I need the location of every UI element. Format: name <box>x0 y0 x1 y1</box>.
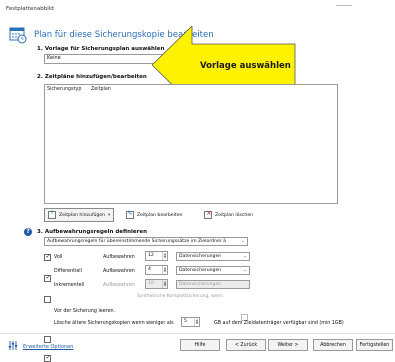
stepper-arrows-icon[interactable]: ▲ ▼ <box>162 252 167 260</box>
chevron-down-icon: ▾ <box>108 212 111 218</box>
purge-before-checkbox[interactable] <box>44 336 51 343</box>
stepper-arrows-icon[interactable]: ▲ ▼ <box>162 280 167 288</box>
cancel-button[interactable]: Abbrechen <box>313 339 353 351</box>
chevron-down-icon: ⌄ <box>243 268 247 273</box>
add-schedule-icon <box>48 209 56 219</box>
window-title: Festplattenabbild <box>6 6 54 12</box>
section1-heading: 1. Vorlage für Sicherungsplan auswählen <box>37 46 165 52</box>
incremental-count-value: 10 <box>148 281 154 286</box>
column-header-backup-type[interactable]: Sicherungstyp <box>47 87 81 92</box>
purge-old-gb-stepper[interactable]: 5 ▲ ▼ <box>181 317 200 327</box>
edit-schedule-icon <box>126 210 134 219</box>
finish-button[interactable]: Fertigstellen <box>356 339 393 351</box>
delete-schedule-label: Zeitplan löschen <box>215 212 254 218</box>
section3-heading: 3. Aufbewahrungsregeln definieren <box>37 229 147 235</box>
delete-schedule-icon <box>204 209 212 219</box>
footer-divider <box>0 333 395 334</box>
add-schedule-button[interactable]: Zeitplan hinzufügen ▾ <box>44 208 115 222</box>
full-unit-select[interactable]: Datensicherungen ⌄ <box>176 252 250 261</box>
full-label: Voll <box>54 255 63 260</box>
purge-old-suffix: GB auf dem Zieldatenträger verfügbar sin… <box>214 321 344 326</box>
advanced-options-link[interactable]: Erweiterte Optionen <box>23 344 73 350</box>
incremental-keep-label: Aufbewahren <box>103 283 135 288</box>
retention-rule-value: Aufbewahrungsregeln für übereinstimmende… <box>47 239 226 244</box>
section2-heading: 2. Zeitpläne hinzufügen/bearbeiten <box>37 74 147 80</box>
purge-old-checkbox[interactable] <box>44 354 51 362</box>
full-count-stepper[interactable]: 12 ▲ ▼ <box>145 251 168 261</box>
stepper-arrows-icon[interactable]: ▲ ▼ <box>162 266 167 274</box>
differential-count-stepper[interactable]: 4 ▲ ▼ <box>145 265 168 275</box>
sliders-icon[interactable] <box>8 341 18 350</box>
purge-before-label: Vor der Sicherung leeren. <box>54 309 116 314</box>
purge-old-gb-value: 5 <box>184 319 187 324</box>
full-keep-label: Aufbewahren <box>103 255 135 260</box>
schedule-list[interactable]: Sicherungstyp Zeitplan <box>44 84 338 204</box>
incremental-count-stepper[interactable]: 10 ▲ ▼ <box>145 279 168 289</box>
incremental-checkbox[interactable] <box>44 296 51 303</box>
help-button[interactable]: Hilfe <box>180 339 220 351</box>
chevron-down-icon: ⌄ <box>243 254 247 259</box>
differential-unit-select[interactable]: Datensicherungen ⌄ <box>176 266 250 275</box>
edit-schedule-button[interactable]: Zeitplan bearbeiten <box>126 210 183 219</box>
next-button[interactable]: Weiter > <box>268 339 308 351</box>
differential-checkbox[interactable] <box>44 274 51 282</box>
chevron-down-icon: ⌄ <box>241 239 245 244</box>
add-schedule-label: Zeitplan hinzufügen <box>59 212 106 218</box>
stepper-arrows-icon[interactable]: ▲ ▼ <box>194 318 199 326</box>
differential-keep-label: Aufbewahren <box>103 269 135 274</box>
full-unit-value: Datensicherungen <box>179 254 222 259</box>
differential-label: Differentiell <box>54 269 82 274</box>
incremental-label: Inkrementell <box>54 283 85 288</box>
back-button[interactable]: < Zurück <box>226 339 266 351</box>
retention-rule-select[interactable]: Aufbewahrungsregeln für übereinstimmende… <box>44 237 248 246</box>
incremental-unit-value: Datensicherungen <box>179 282 222 287</box>
column-header-schedule[interactable]: Zeitplan <box>91 87 111 92</box>
calendar-clock-icon <box>9 26 27 44</box>
differential-count-value: 4 <box>148 267 151 272</box>
full-count-value: 12 <box>148 253 154 258</box>
synthetic-full-checkbox[interactable] <box>241 314 248 321</box>
incremental-unit-select[interactable]: Datensicherungen <box>176 280 250 289</box>
differential-unit-value: Datensicherungen <box>179 268 222 273</box>
synthetic-full-label: Synthetische Komplettsicherung, wenn <box>137 294 223 299</box>
full-checkbox[interactable] <box>44 253 51 261</box>
callout-label: Vorlage auswählen <box>200 61 291 71</box>
delete-schedule-button[interactable]: Zeitplan löschen <box>204 209 254 219</box>
edit-schedule-label: Zeitplan bearbeiten <box>137 212 183 218</box>
purge-old-label: Lösche ältere Sicherungskopien wenn weni… <box>54 321 174 326</box>
minimize-icon[interactable] <box>336 5 352 10</box>
help-icon[interactable]: ? <box>24 228 32 236</box>
